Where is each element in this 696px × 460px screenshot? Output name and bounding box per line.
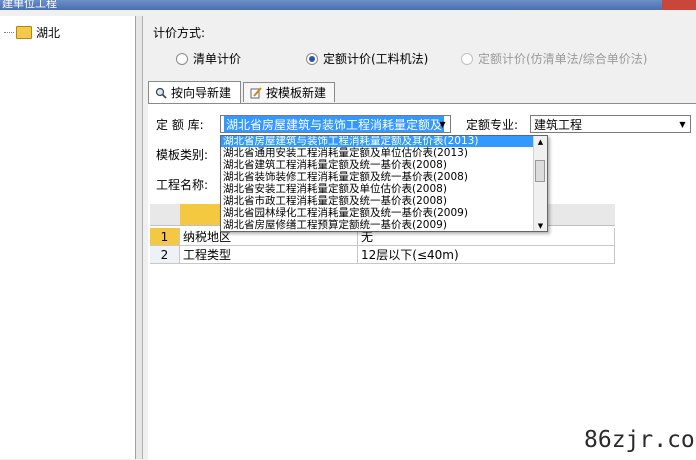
window-title: 建单位工程 — [2, 0, 57, 10]
tab-label: 按模板新建 — [266, 86, 327, 100]
dropdown-option[interactable]: 湖北省装饰装修工程消耗量定额及统一基价表(2008) — [221, 172, 535, 183]
radio-circle — [176, 52, 188, 65]
dropdown-scrollbar[interactable]: ▲ ▼ — [533, 136, 547, 231]
radio-circle-selected — [306, 52, 318, 65]
dropdown-option[interactable]: 湖北省房屋修缮工程预算定额统一基价表(2009) — [221, 220, 535, 231]
radio-quota-pricing[interactable]: 定额计价(工料机法) — [306, 50, 428, 67]
quota-lib-dropdown-list[interactable]: 湖北省房屋建筑与装饰工程消耗量定额及其价表(2013) 湖北省通用安装工程消耗量… — [220, 135, 548, 232]
radio-quota-pricing-composite[interactable]: 定额计价(仿清单法/综合单价法) — [461, 50, 647, 67]
dropdown-option[interactable]: 湖北省通用安装工程消耗量定额及单位估价表(2013) — [221, 148, 535, 159]
radio-label: 定额计价(仿清单法/综合单价法) — [478, 52, 648, 66]
radio-label: 定额计价(工料机法) — [323, 52, 429, 66]
tab-label: 按向导新建 — [171, 86, 232, 100]
dropdown-option[interactable]: 湖北省建筑工程消耗量定额及统一基价表(2008) — [221, 160, 535, 171]
tab-wizard[interactable]: 按向导新建 — [148, 81, 241, 103]
title-bar: 建单位工程 — [0, 0, 696, 10]
main-panel: 计价方式: 清单计价 定额计价(工料机法) 定额计价(仿清单法/综合单价法) 按… — [143, 16, 696, 460]
scroll-thumb[interactable] — [535, 160, 545, 182]
quota-lib-value: 湖北省房屋建筑与装饰工程消耗量定额及 — [224, 116, 445, 132]
scroll-up-icon[interactable]: ▲ — [534, 136, 547, 147]
dropdown-option[interactable]: 湖北省安装工程消耗量定额及单位估价表(2008) — [221, 184, 535, 195]
chevron-down-icon: ▼ — [439, 119, 446, 129]
magnifier-icon — [155, 87, 167, 99]
chevron-down-icon: ▼ — [679, 119, 686, 129]
template-category-label: 模板类别: — [156, 148, 209, 162]
project-name-label: 工程名称: — [156, 178, 209, 192]
radio-bill-pricing[interactable]: 清单计价 — [176, 50, 241, 67]
dropdown-option[interactable]: 湖北省房屋建筑与装饰工程消耗量定额及其价表(2013) — [221, 136, 535, 147]
tab-template[interactable]: 按模板新建 — [243, 82, 335, 102]
row-name[interactable]: 工程类型 — [180, 246, 358, 264]
radio-circle — [461, 52, 473, 65]
table-row[interactable]: 2 工程类型 12层以下(≤40m) — [150, 246, 615, 264]
pricing-mode-label: 计价方式: — [153, 26, 206, 40]
row-number: 2 — [150, 246, 180, 264]
watermark: 86zjr.com — [584, 427, 696, 453]
tree-item-root[interactable]: 湖北 — [4, 24, 60, 40]
radio-label: 清单计价 — [193, 52, 242, 66]
region-tree: 湖北 — [0, 16, 136, 459]
tree-connector — [4, 31, 14, 33]
quota-lib-select[interactable]: 湖北省房屋建筑与装饰工程消耗量定额及 ▼ — [220, 115, 451, 133]
quota-lib-label: 定 额 库: — [156, 118, 204, 132]
quota-major-value: 建筑工程 — [534, 117, 583, 132]
edit-document-icon — [250, 86, 262, 98]
row-value[interactable]: 12层以下(≤40m) — [358, 246, 615, 264]
dropdown-option[interactable]: 湖北省市政工程消耗量定额及统一基价表(2008) — [221, 196, 535, 207]
close-button[interactable] — [662, 0, 696, 10]
folder-icon — [16, 25, 32, 39]
quota-major-label: 定额专业: — [466, 118, 519, 132]
tab-strip: 按向导新建 按模板新建 — [148, 81, 688, 104]
row-number: 1 — [150, 228, 180, 246]
scroll-down-icon[interactable]: ▼ — [534, 220, 547, 231]
dropdown-option[interactable]: 湖北省园林绿化工程消耗量定额及统一基价表(2009) — [221, 208, 535, 219]
splitter[interactable] — [136, 16, 143, 459]
tree-item-label: 湖北 — [36, 25, 61, 40]
quota-major-select[interactable]: 建筑工程 ▼ — [530, 115, 691, 133]
